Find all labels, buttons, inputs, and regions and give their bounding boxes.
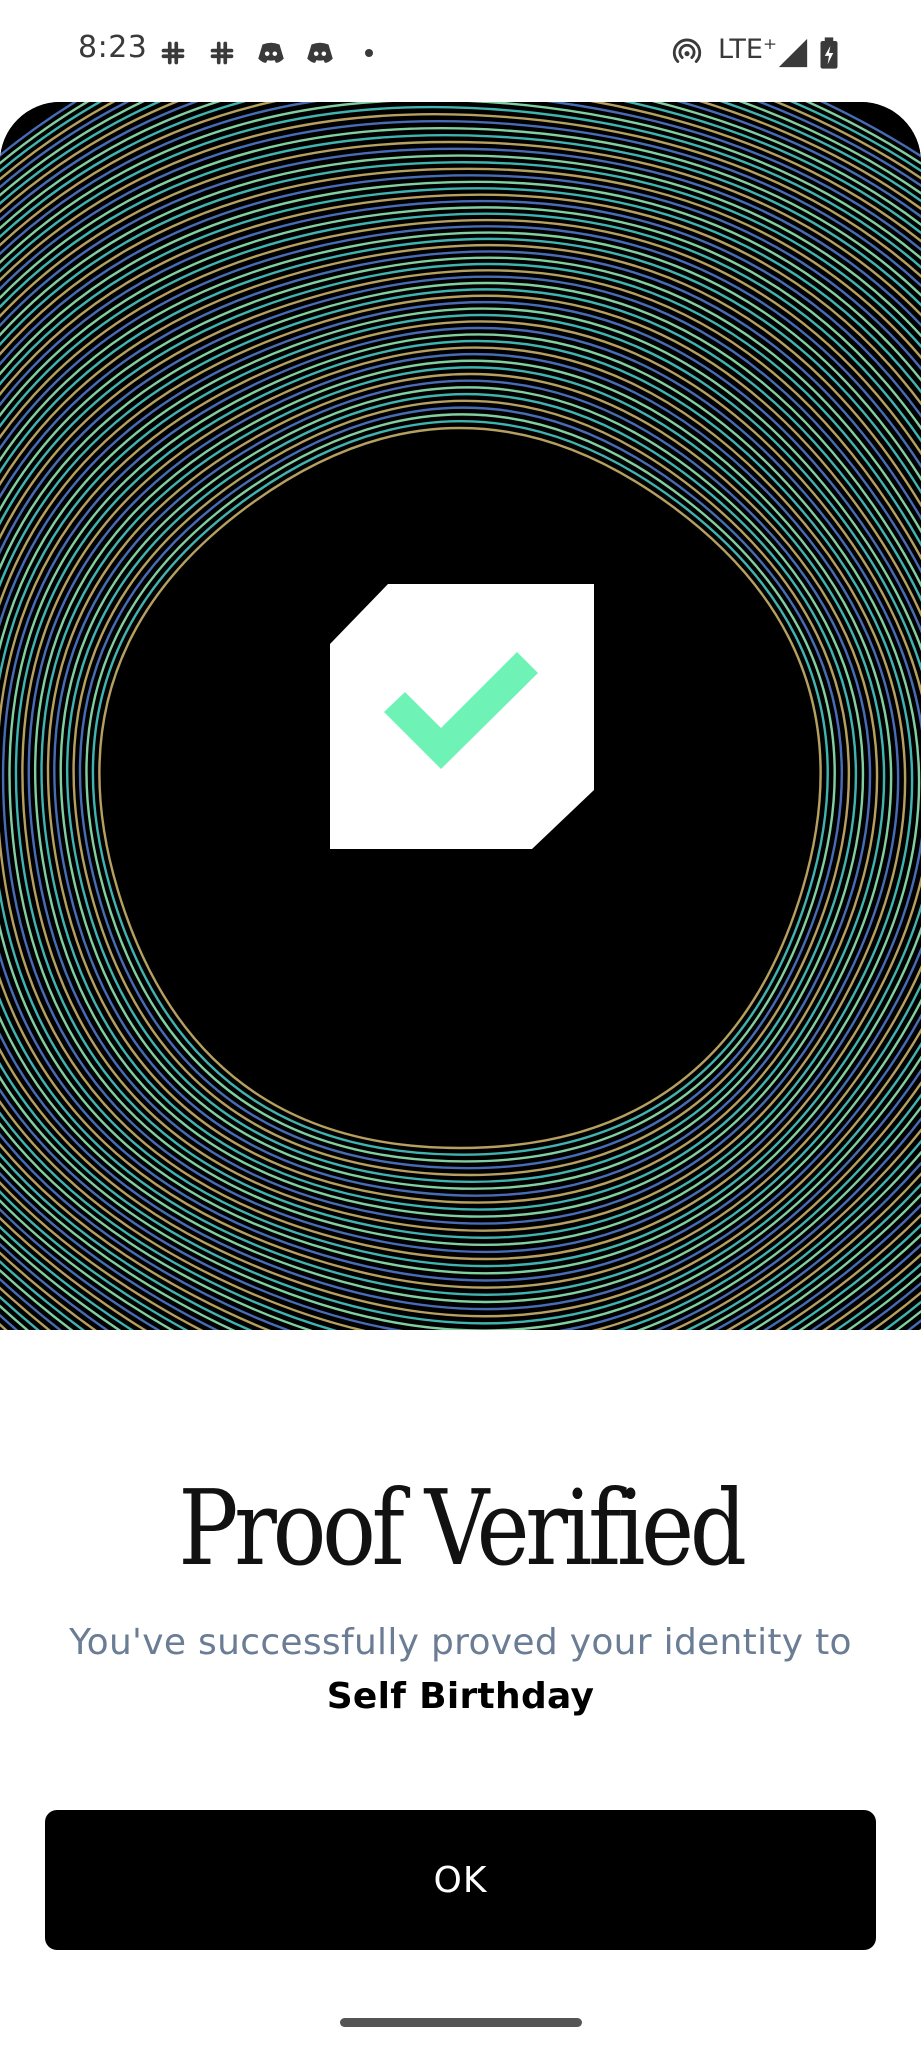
network-type: LTE⁺ <box>718 34 778 65</box>
success-message: You've successfully proved your identity… <box>60 1616 861 1724</box>
hotspot-icon <box>670 36 704 70</box>
page-title: Proof Verified <box>178 1467 747 1589</box>
status-time: 8:23 <box>78 30 148 65</box>
home-indicator[interactable] <box>340 2018 582 2027</box>
signal-icon <box>776 36 810 70</box>
discord-icon <box>254 36 288 70</box>
success-message-text: You've successfully proved your identity… <box>69 1622 852 1663</box>
battery-charging-icon <box>816 36 842 70</box>
discord-icon <box>303 36 337 70</box>
hero-artwork <box>0 102 921 1330</box>
slack-icon <box>205 36 239 70</box>
spiral-lines-illustration <box>0 102 921 1330</box>
app-name: Self Birthday <box>326 1676 595 1717</box>
status-bar: 8:23 LTE⁺ <box>0 0 921 104</box>
slack-icon <box>156 36 190 70</box>
more-notifications-dot-icon <box>358 36 380 70</box>
verified-badge <box>330 584 594 849</box>
ok-button[interactable]: OK <box>45 1810 876 1950</box>
